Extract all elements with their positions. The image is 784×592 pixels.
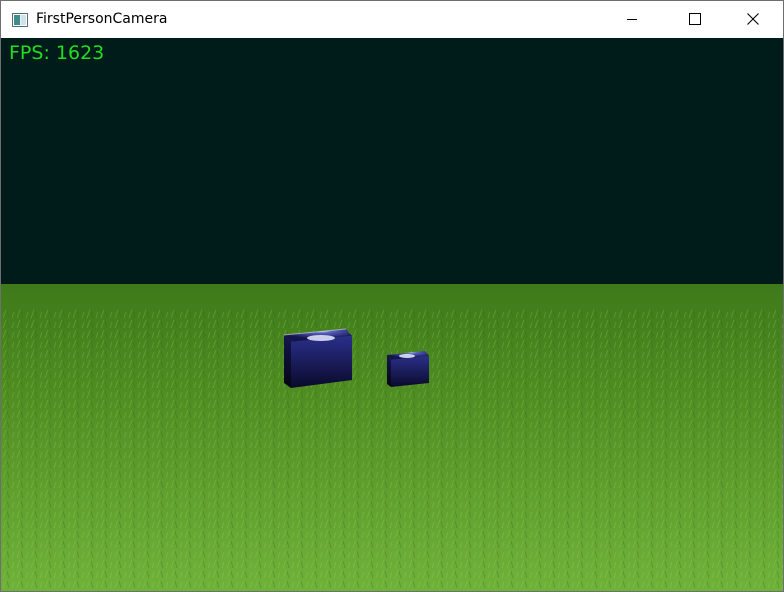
small-cube [387,351,429,387]
scene-canvas [1,38,783,591]
window-title: FirstPersonCamera [36,11,168,27]
close-icon [747,10,759,29]
minimize-icon [626,10,638,29]
sky [1,38,783,286]
maximize-button[interactable] [672,1,718,38]
fps-counter: FPS: 1623 [9,42,105,64]
large-cube [283,328,352,388]
render-viewport[interactable]: FPS: 1623 [1,38,783,591]
title-bar[interactable]: FirstPersonCamera [1,1,783,38]
app-window-icon [12,12,28,27]
app-window: FirstPersonCamera FPS: 1623 [0,0,784,592]
maximize-icon [689,10,701,29]
close-button[interactable] [730,1,776,38]
minimize-button[interactable] [609,1,655,38]
grass-texture [1,308,783,591]
